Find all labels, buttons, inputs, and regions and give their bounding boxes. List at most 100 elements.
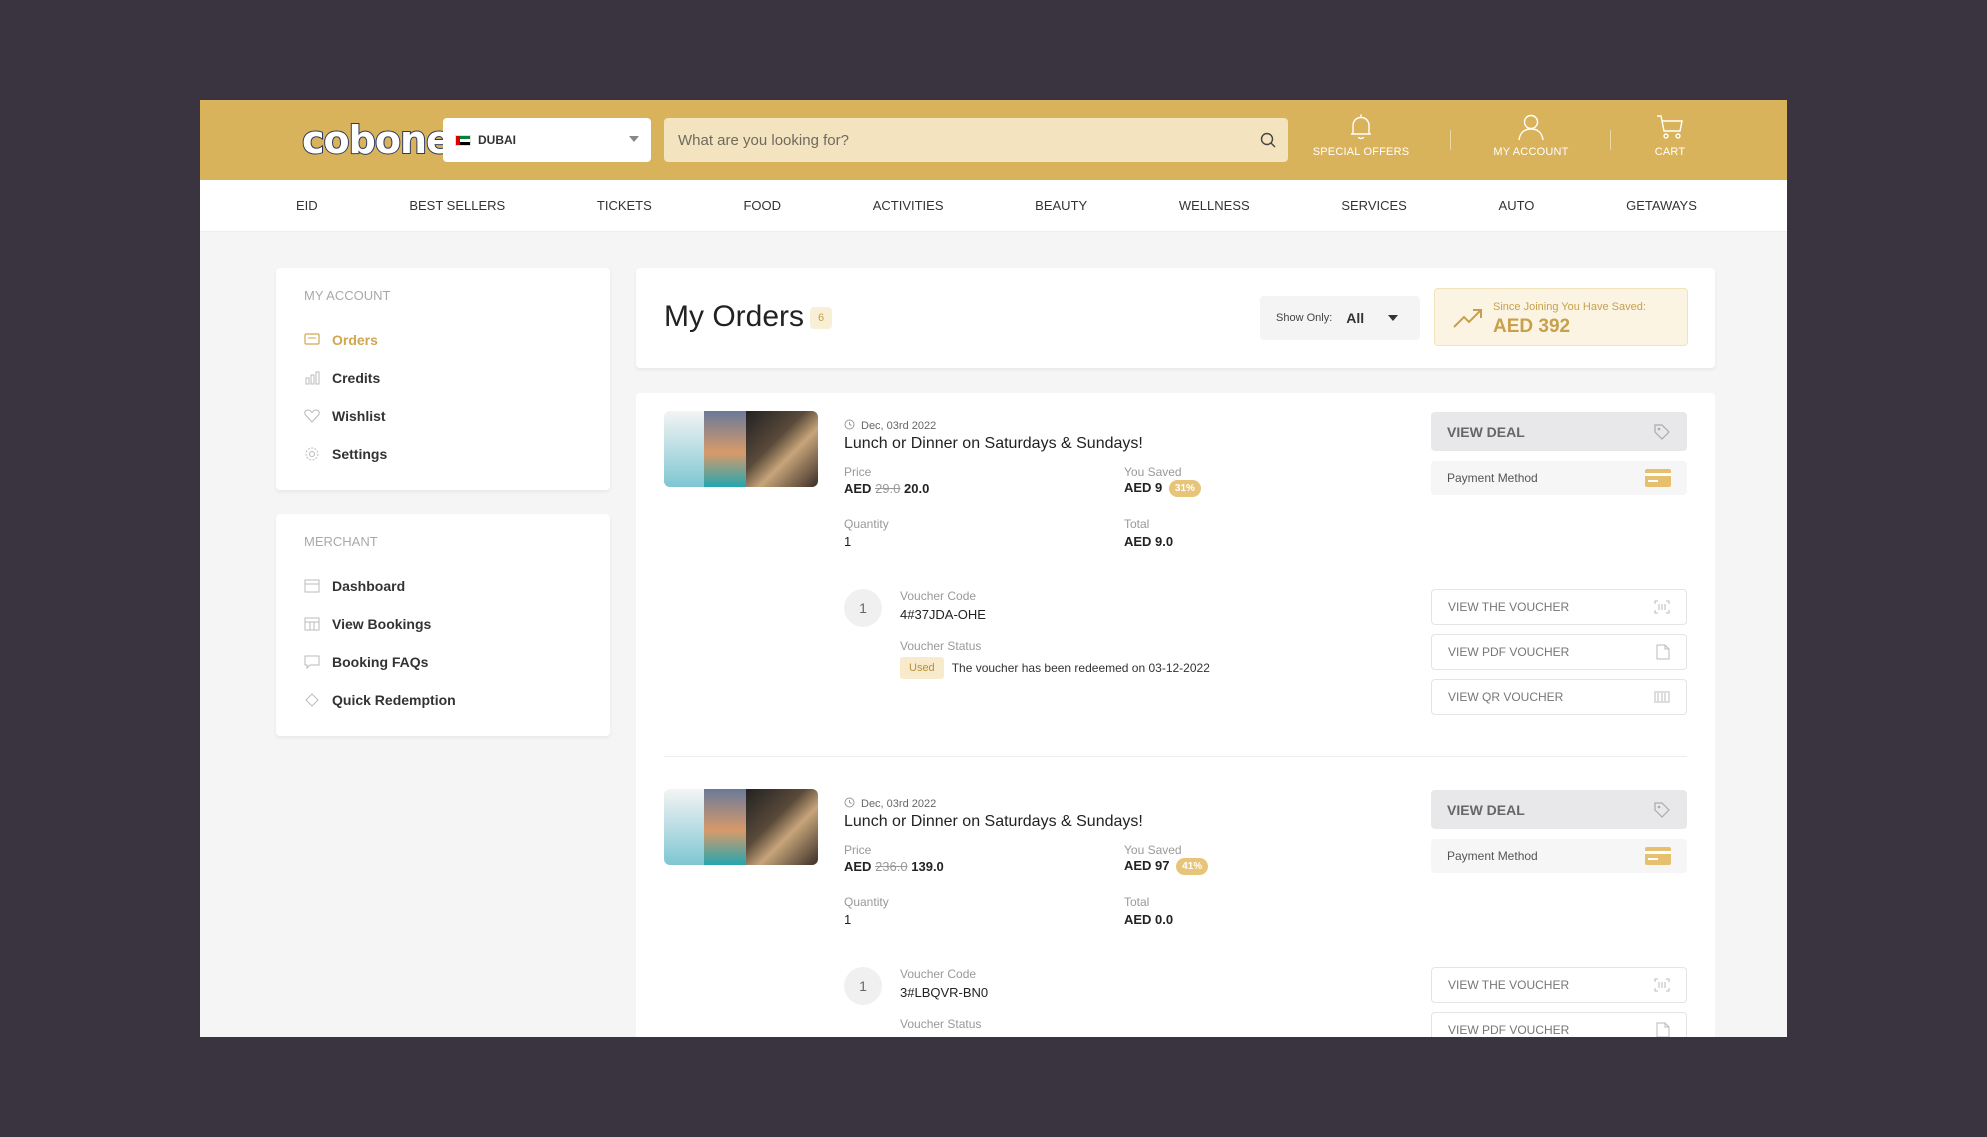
quantity-value: 1: [844, 912, 852, 927]
logo-text: cobone: [301, 118, 453, 162]
payment-method-row[interactable]: Payment Method: [1431, 839, 1687, 873]
view-deal-label: VIEW DEAL: [1447, 801, 1525, 818]
show-only-filter[interactable]: Show Only: All: [1260, 296, 1420, 340]
sidebar-item-view-bookings[interactable]: View Bookings: [304, 605, 582, 643]
gear-icon: [304, 447, 320, 461]
deal-title[interactable]: Lunch or Dinner on Saturdays & Sundays!: [844, 435, 1143, 453]
currency-label: AED: [844, 859, 872, 874]
sidebar-item-booking-faqs[interactable]: Booking FAQs: [304, 643, 582, 681]
original-price: 236.0: [875, 859, 908, 874]
chevron-down-icon: [1388, 315, 1398, 321]
view-the-voucher-button[interactable]: VIEW THE VOUCHER: [1431, 589, 1687, 625]
view-qr-voucher-label: VIEW QR VOUCHER: [1448, 690, 1564, 704]
deal-title[interactable]: Lunch or Dinner on Saturdays & Sundays!: [844, 813, 1143, 831]
sidebar-item-label: View Bookings: [332, 616, 432, 632]
account-section-title: MY ACCOUNT: [304, 288, 391, 303]
search-icon[interactable]: [1248, 132, 1288, 148]
view-the-voucher-label: VIEW THE VOUCHER: [1448, 978, 1570, 992]
price-label: Price: [844, 843, 872, 857]
sidebar-item-settings[interactable]: Settings: [304, 435, 582, 473]
nav-item-services[interactable]: SERVICES: [1341, 198, 1407, 213]
scan-icon: [1654, 978, 1670, 992]
paid-price: 20.0: [904, 481, 930, 496]
sidebar-item-quick-redemption[interactable]: Quick Redemption: [304, 681, 582, 719]
view-pdf-voucher-button[interactable]: VIEW PDF VOUCHER: [1431, 1012, 1687, 1037]
voucher-code-label: Voucher Code: [900, 967, 977, 981]
sidebar-item-label: Booking FAQs: [332, 654, 429, 670]
currency-label: AED: [844, 481, 872, 496]
scan-icon: [1654, 600, 1670, 614]
deal-thumbnail[interactable]: [664, 411, 818, 487]
view-deal-button[interactable]: VIEW DEAL: [1431, 790, 1687, 829]
nav-item-food[interactable]: FOOD: [743, 198, 781, 213]
sidebar-item-label: Quick Redemption: [332, 692, 456, 708]
special-offers-label: SPECIAL OFFERS: [1312, 146, 1410, 158]
sidebar-item-credits[interactable]: Credits: [304, 359, 582, 397]
clock-icon: [844, 797, 855, 811]
view-deal-button[interactable]: VIEW DEAL: [1431, 412, 1687, 451]
voucher-code-value: 3#LBQVR-BN0: [900, 985, 989, 1000]
sidebar-item-dashboard[interactable]: Dashboard: [304, 567, 582, 605]
pdf-icon: [1656, 1022, 1670, 1037]
my-account-button[interactable]: MY ACCOUNT: [1476, 112, 1586, 168]
savings-label: Since Joining You Have Saved:: [1493, 301, 1646, 313]
you-saved-value: AED 97 41%: [1124, 858, 1209, 876]
bell-icon: [1351, 114, 1371, 140]
payment-method-row[interactable]: Payment Method: [1431, 461, 1687, 495]
order-card: Dec, 03rd 2022 Lunch or Dinner on Saturd…: [664, 393, 1687, 753]
uae-flag-icon: [455, 134, 471, 146]
voucher-status-text: The voucher has been redeemed on 03-12-2…: [951, 661, 1210, 675]
cart-button[interactable]: CART: [1615, 112, 1725, 168]
page-title: My Orders: [664, 300, 805, 333]
search-bar: [664, 118, 1288, 162]
city-selector[interactable]: DUBAI: [443, 118, 651, 162]
filter-value: All: [1346, 310, 1365, 326]
view-the-voucher-label: VIEW THE VOUCHER: [1448, 600, 1570, 614]
total-value: AED 0.0: [1124, 912, 1174, 927]
voucher-index: 1: [844, 967, 882, 1005]
price-label: Price: [844, 465, 872, 479]
merchant-sidebar: MERCHANT Dashboard View Bookings Booking…: [276, 514, 610, 736]
cobone-logo[interactable]: cobone™: [301, 118, 459, 162]
payment-method-label: Payment Method: [1447, 849, 1538, 863]
deal-thumbnail[interactable]: [664, 789, 818, 865]
clock-icon: [844, 419, 855, 433]
you-saved-label: You Saved: [1124, 843, 1182, 857]
cart-label: CART: [1654, 146, 1686, 158]
chat-icon: [304, 655, 320, 669]
nav-item-activities[interactable]: ACTIVITIES: [873, 198, 944, 213]
orders-list: Dec, 03rd 2022 Lunch or Dinner on Saturd…: [636, 393, 1715, 1037]
quantity-label: Quantity: [844, 895, 889, 909]
order-date-text: Dec, 03rd 2022: [861, 420, 937, 432]
trend-up-icon: [1453, 307, 1483, 334]
view-pdf-voucher-button[interactable]: VIEW PDF VOUCHER: [1431, 634, 1687, 670]
nav-item-tickets[interactable]: TICKETS: [597, 198, 652, 213]
city-label: DUBAI: [478, 133, 516, 147]
sidebar-item-wishlist[interactable]: Wishlist: [304, 397, 582, 435]
paid-price: 139.0: [911, 859, 944, 874]
search-input[interactable]: [664, 131, 1248, 149]
voucher-code-label: Voucher Code: [900, 589, 977, 603]
voucher-status-line: Used The voucher has been redeemed on 03…: [900, 657, 1210, 679]
dashboard-icon: [304, 579, 320, 593]
view-qr-voucher-button[interactable]: VIEW QR VOUCHER: [1431, 679, 1687, 715]
nav-item-eid[interactable]: EID: [296, 198, 318, 213]
nav-item-best-sellers[interactable]: BEST SELLERS: [409, 198, 505, 213]
pdf-icon: [1656, 644, 1670, 660]
nav-item-getaways[interactable]: GETAWAYS: [1626, 198, 1697, 213]
view-the-voucher-button[interactable]: VIEW THE VOUCHER: [1431, 967, 1687, 1003]
savings-value: AED 392: [1493, 316, 1571, 337]
nav-item-auto[interactable]: AUTO: [1499, 198, 1535, 213]
saved-amount: AED 9: [1124, 480, 1163, 495]
total-value: AED 9.0: [1124, 534, 1174, 549]
nav-item-beauty[interactable]: BEAUTY: [1035, 198, 1087, 213]
voucher-code-value: 4#37JDA-OHE: [900, 607, 986, 622]
discount-badge: 31%: [1168, 480, 1201, 498]
sidebar-item-orders[interactable]: Orders: [304, 321, 582, 359]
view-deal-label: VIEW DEAL: [1447, 423, 1525, 440]
credit-card-icon: [1645, 847, 1671, 865]
nav-item-wellness[interactable]: WELLNESS: [1179, 198, 1250, 213]
quantity-value: 1: [844, 534, 852, 549]
saved-amount: AED 97: [1124, 858, 1170, 873]
special-offers-button[interactable]: SPECIAL OFFERS: [1306, 112, 1416, 168]
